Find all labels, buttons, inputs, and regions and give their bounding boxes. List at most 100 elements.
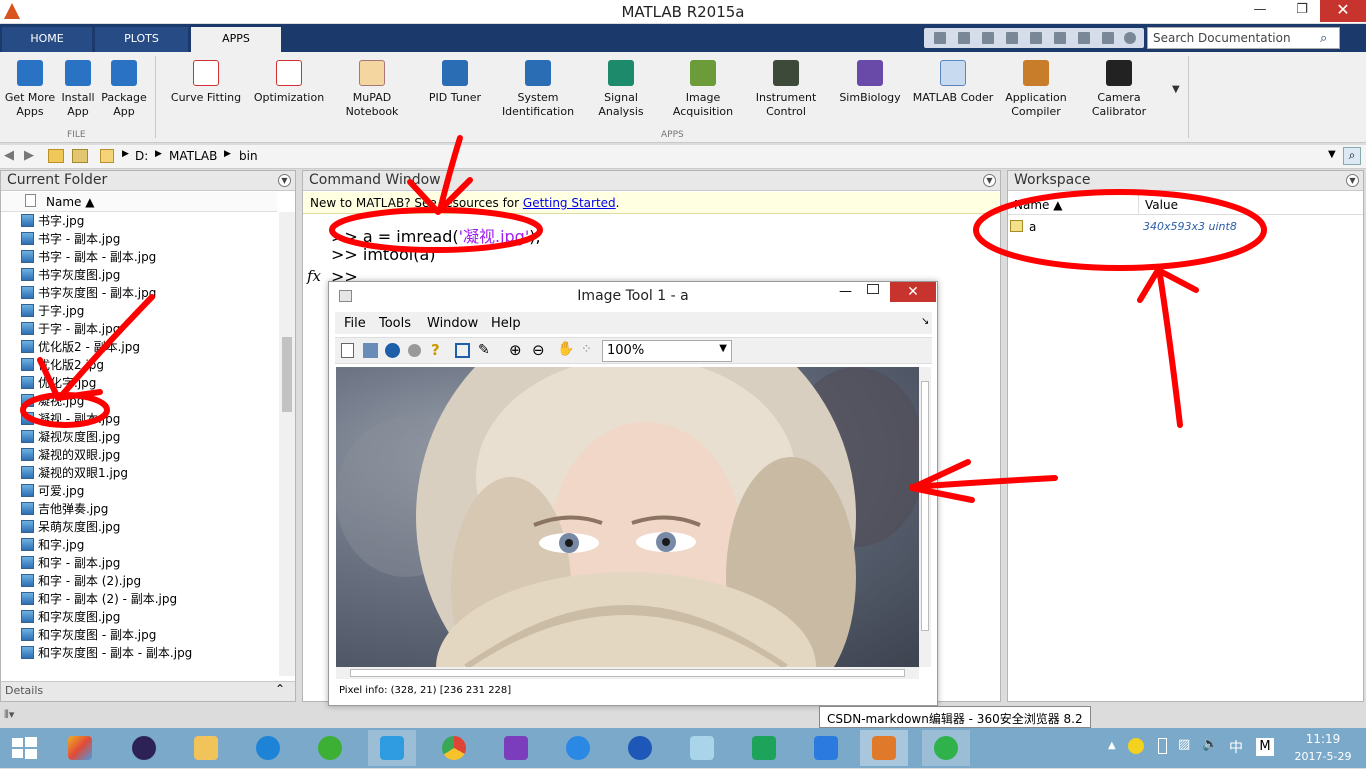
panel-menu-icon[interactable]: ▼ — [278, 174, 291, 187]
breadcrumb-bin[interactable]: bin — [239, 149, 258, 163]
minimize-button[interactable]: — — [839, 284, 852, 299]
image-acquisition-app[interactable]: Image Acquisition — [665, 60, 741, 119]
scrollbar-thumb[interactable] — [282, 337, 292, 412]
taskbar-app[interactable] — [554, 730, 602, 766]
taskbar-app[interactable] — [244, 730, 292, 766]
signal-analysis-app[interactable]: Signal Analysis — [580, 60, 662, 119]
list-item[interactable]: 和字灰度图 - 副本 - 副本.jpg — [21, 644, 192, 662]
measure-distance-icon[interactable]: ✎ — [478, 342, 490, 358]
restore-button[interactable]: ❐ — [1288, 0, 1316, 22]
camera-calibrator-app[interactable]: Camera Calibrator — [1080, 60, 1158, 119]
image-vertical-scrollbar[interactable] — [919, 367, 931, 667]
panel-menu-icon[interactable]: ▼ — [983, 174, 996, 187]
battery-icon[interactable] — [1158, 738, 1167, 754]
clock-date[interactable]: 2017-5-29 — [1285, 750, 1361, 763]
taskbar-app[interactable] — [802, 730, 850, 766]
list-item[interactable]: 书字 - 副本.jpg — [21, 230, 120, 248]
name-column-label[interactable]: Name ▲ — [1014, 198, 1062, 212]
network-icon[interactable]: ▨ — [1178, 737, 1190, 752]
pixel-region-icon[interactable]: ⁘ — [581, 342, 592, 357]
list-item[interactable]: 凝视 - 副本.jpg — [21, 410, 120, 428]
list-item[interactable]: 凝视的双眼1.jpg — [21, 464, 128, 482]
crop-icon[interactable] — [455, 343, 470, 358]
menu-help[interactable]: Help — [491, 316, 521, 331]
search-documentation-input[interactable]: Search Documentation — [1147, 27, 1340, 49]
list-item[interactable]: 书字 - 副本 - 副本.jpg — [21, 248, 156, 266]
taskbar-app[interactable] — [740, 730, 788, 766]
image-horizontal-scrollbar[interactable] — [336, 667, 919, 679]
taskbar-app-matlab[interactable] — [860, 730, 908, 766]
value-column-label[interactable]: Value — [1145, 198, 1178, 212]
show-hidden-icons-icon[interactable]: ▲ — [1108, 740, 1116, 751]
panel-menu-icon[interactable]: ▼ — [1346, 174, 1359, 187]
list-item[interactable]: 和字.jpg — [21, 536, 84, 554]
help-icon[interactable]: ? — [431, 341, 440, 359]
list-item[interactable]: 和字灰度图 - 副本.jpg — [21, 626, 156, 644]
list-item[interactable]: 书字灰度图.jpg — [21, 266, 120, 284]
instrument-control-app[interactable]: Instrument Control — [748, 60, 824, 119]
list-item[interactable]: 和字 - 副本.jpg — [21, 554, 120, 572]
taskbar-app[interactable] — [120, 730, 168, 766]
taskbar-app[interactable] — [922, 730, 970, 766]
minimize-button[interactable]: — — [1246, 0, 1274, 22]
taskbar-app[interactable] — [182, 730, 230, 766]
function-browser-icon[interactable]: fx — [307, 267, 321, 285]
search-folder-icon[interactable]: ⌕ — [1343, 147, 1361, 165]
list-item[interactable]: 和字灰度图.jpg — [21, 608, 120, 626]
table-row[interactable]: a 340x593x3 uint8 — [1008, 217, 1363, 237]
pan-icon[interactable]: ✋ — [557, 341, 574, 357]
list-item[interactable]: 呆萌灰度图.jpg — [21, 518, 120, 536]
quick-access-toolbar[interactable] — [924, 28, 1144, 48]
scrollbar-thumb[interactable] — [350, 669, 905, 677]
clock-time[interactable]: 11:19 — [1288, 732, 1358, 746]
mupad-notebook-app[interactable]: MuPAD Notebook — [335, 60, 409, 119]
image-display[interactable] — [336, 367, 919, 667]
expand-details-icon[interactable]: ⌃ — [275, 682, 285, 696]
search-icon[interactable]: ⌕ — [1320, 31, 1327, 46]
ime-indicator[interactable]: 中 — [1229, 737, 1243, 757]
list-item[interactable]: 于字.jpg — [21, 302, 84, 320]
menu-window[interactable]: Window — [427, 316, 478, 331]
system-identification-app[interactable]: System Identification — [498, 60, 578, 119]
list-item[interactable]: 优化字.jpg — [21, 374, 96, 392]
close-button[interactable]: ✕ — [1320, 0, 1366, 22]
details-bar[interactable]: Details ⌃ — [1, 681, 295, 701]
maximize-button[interactable] — [867, 284, 879, 294]
list-item[interactable]: 可爱.jpg — [21, 482, 84, 500]
list-item[interactable]: 和字 - 副本 (2).jpg — [21, 572, 141, 590]
breadcrumb-matlab[interactable]: MATLAB — [169, 149, 217, 163]
back-icon[interactable]: ◀ — [4, 148, 14, 163]
matlab-coder-app[interactable]: MATLAB Coder — [912, 60, 994, 105]
security-tray-icon[interactable] — [1128, 738, 1144, 754]
list-item[interactable]: 吉他弹奏.jpg — [21, 500, 108, 518]
taskbar-app[interactable] — [492, 730, 540, 766]
menu-file[interactable]: File — [344, 316, 366, 331]
zoom-in-icon[interactable]: ⊕ — [509, 341, 522, 359]
start-button[interactable] — [0, 730, 48, 766]
get-more-apps-button[interactable]: Get More Apps — [2, 60, 58, 119]
pid-tuner-app[interactable]: PID Tuner — [418, 60, 492, 105]
info-icon[interactable] — [385, 343, 400, 358]
new-icon[interactable] — [341, 343, 354, 358]
menu-tools[interactable]: Tools — [379, 316, 411, 331]
tab-plots[interactable]: PLOTS — [95, 27, 188, 52]
taskbar-app[interactable] — [678, 730, 726, 766]
forward-icon[interactable]: ▶ — [24, 148, 34, 163]
breadcrumb-drive[interactable]: D: — [135, 149, 148, 163]
list-item[interactable]: 优化版2 - 副本.jpg — [21, 338, 140, 356]
list-item[interactable]: 凝视的双眼.jpg — [21, 446, 120, 464]
zoom-out-icon[interactable]: ⊖ — [532, 341, 545, 359]
ime-mode-indicator[interactable]: M — [1256, 738, 1274, 756]
package-app-button[interactable]: Package App — [100, 60, 148, 119]
taskbar-app[interactable] — [616, 730, 664, 766]
list-item[interactable]: 和字 - 副本 (2) - 副本.jpg — [21, 590, 177, 608]
close-button[interactable]: ✕ — [890, 282, 936, 302]
application-compiler-app[interactable]: Application Compiler — [998, 60, 1074, 119]
curve-fitting-app[interactable]: Curve Fitting — [168, 60, 244, 105]
name-column-header[interactable]: Name ▲ — [1, 192, 277, 212]
tab-home[interactable]: HOME — [2, 27, 92, 52]
volume-icon[interactable]: 🔈 — [1202, 737, 1218, 752]
dock-icon[interactable]: ↘ — [921, 316, 929, 327]
list-item[interactable]: 凝视.jpg — [21, 392, 84, 410]
list-item[interactable]: 凝视灰度图.jpg — [21, 428, 120, 446]
